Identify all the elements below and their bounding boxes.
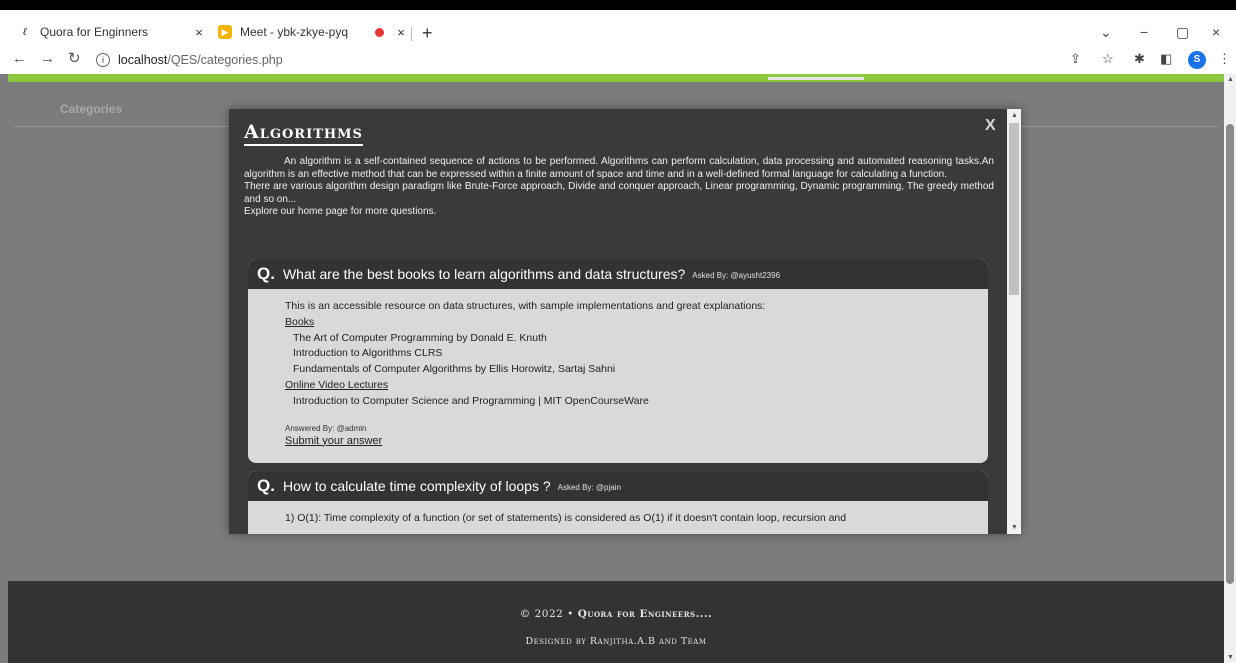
tab-meet[interactable]: ▶ Meet - ybk-zkye-pyq × [210, 18, 410, 46]
tab-title: Quora for Enginners [40, 25, 149, 39]
reload-icon[interactable]: ↻ [68, 51, 81, 67]
answer-body: 1) O(1): Time complexity of a function (… [248, 501, 988, 527]
scroll-up-arrow-icon[interactable]: ▲ [1227, 76, 1234, 83]
book-item: The Art of Computer Programming by Donal… [293, 331, 547, 344]
tab-search-icon[interactable]: ⌄ [1100, 24, 1112, 40]
page-scrollbar[interactable]: ▲ ▼ [1224, 74, 1236, 663]
footer-copyright: © 2022 • Quora for Engineers.... [519, 608, 713, 620]
url-path: /QES/categories.php [167, 53, 283, 67]
quora-favicon-icon: ℓ [22, 26, 28, 38]
recording-indicator-icon [375, 27, 384, 37]
answer-intro: This is an accessible resource on data s… [285, 300, 766, 312]
category-description: An algorithm is a self-contained sequenc… [244, 156, 994, 219]
back-arrow-icon[interactable]: ← [12, 51, 27, 67]
url-host: localhost [118, 53, 168, 67]
description-paragraph: An algorithm is a self-contained sequenc… [244, 156, 994, 180]
scroll-up-arrow-icon[interactable]: ▲ [1011, 112, 1018, 119]
modal-title: Algorithms [244, 121, 363, 146]
modal-close-button[interactable]: X [985, 117, 996, 135]
page-scrollbar-thumb[interactable] [1226, 124, 1234, 584]
address-bar-row: ← → ↻ i localhost/QES/categories.php ⇪ ☆… [0, 46, 1236, 74]
nav-bar [8, 74, 1224, 82]
asked-by: Asked By: @ayusht2396 [692, 271, 781, 280]
bookmark-star-icon[interactable]: ☆ [1102, 52, 1114, 66]
book-item: Fundamentals of Computer Algorithms by E… [293, 363, 616, 376]
side-panel-icon[interactable]: ◧ [1160, 52, 1172, 66]
scroll-down-arrow-icon[interactable]: ▼ [1011, 524, 1018, 531]
site-footer: © 2022 • Quora for Engineers.... Designe… [8, 581, 1224, 663]
question-title[interactable]: What are the best books to learn algorit… [283, 266, 685, 282]
lecture-item: Introduction to Computer Science and Pro… [293, 394, 649, 407]
question-card: Q. What are the best books to learn algo… [248, 259, 988, 463]
description-paragraph: Explore our home page for more questions… [244, 206, 437, 217]
question-card: Q. How to calculate time complexity of l… [248, 471, 988, 534]
question-mark-icon: Q. [257, 476, 275, 495]
tab-title: Meet - ybk-zkye-pyq [240, 25, 349, 39]
question-mark-icon: Q. [257, 264, 275, 283]
video-lectures-link[interactable]: Online Video Lectures [285, 378, 988, 394]
modal-scrollbar-thumb[interactable] [1009, 123, 1019, 295]
tab-close-icon[interactable]: × [392, 25, 410, 40]
answer-intro: 1) O(1): Time complexity of a function (… [285, 512, 847, 524]
categories-heading: Categories [60, 102, 123, 116]
os-top-strip [0, 0, 1236, 10]
modal-scrollbar[interactable]: ▲ ▼ [1007, 109, 1021, 534]
footer-credits: Designed by Ranjitha.A.B and Team [525, 636, 707, 647]
minimize-button[interactable]: − [1140, 24, 1148, 40]
browser-menu-icon[interactable]: ⋮ [1218, 52, 1231, 66]
book-item: Introduction to Algorithms CLRS [293, 347, 443, 360]
nav-active-indicator [768, 77, 864, 80]
asked-by: Asked By: @pjain [557, 483, 621, 492]
forward-arrow-icon[interactable]: → [40, 51, 55, 67]
answered-by: Answered By: @admin [285, 423, 367, 433]
books-link[interactable]: Books [285, 315, 988, 331]
tab-strip: ℓ Quora for Enginners × ▶ Meet - ybk-zky… [0, 10, 1236, 46]
meet-favicon-icon: ▶ [218, 25, 232, 39]
question-title[interactable]: How to calculate time complexity of loop… [283, 478, 551, 494]
footer-brand: Quora for Engineers.... [577, 608, 713, 620]
window-close-button[interactable]: × [1212, 24, 1220, 40]
new-tab-button[interactable]: + [422, 24, 433, 42]
share-icon[interactable]: ⇪ [1070, 52, 1081, 66]
restore-button[interactable]: ▢ [1176, 24, 1189, 40]
question-header[interactable]: Q. What are the best books to learn algo… [248, 259, 988, 289]
question-header[interactable]: Q. How to calculate time complexity of l… [248, 471, 988, 501]
site-info-icon[interactable]: i [96, 53, 110, 67]
extensions-puzzle-icon[interactable]: ✱ [1134, 52, 1145, 66]
scroll-down-arrow-icon[interactable]: ▼ [1227, 654, 1234, 661]
category-modal: X Algorithms An algorithm is a self-cont… [229, 109, 1021, 534]
profile-avatar[interactable]: S [1188, 51, 1206, 69]
tab-separator [411, 27, 412, 41]
tab-quora[interactable]: ℓ Quora for Enginners × [8, 18, 208, 46]
url-field[interactable]: i localhost/QES/categories.php [96, 49, 1046, 71]
answer-body: This is an accessible resource on data s… [248, 289, 988, 449]
submit-answer-link[interactable]: Submit your answer [285, 434, 988, 449]
tab-close-icon[interactable]: × [190, 25, 208, 40]
description-paragraph: There are various algorithm design parad… [244, 181, 994, 205]
